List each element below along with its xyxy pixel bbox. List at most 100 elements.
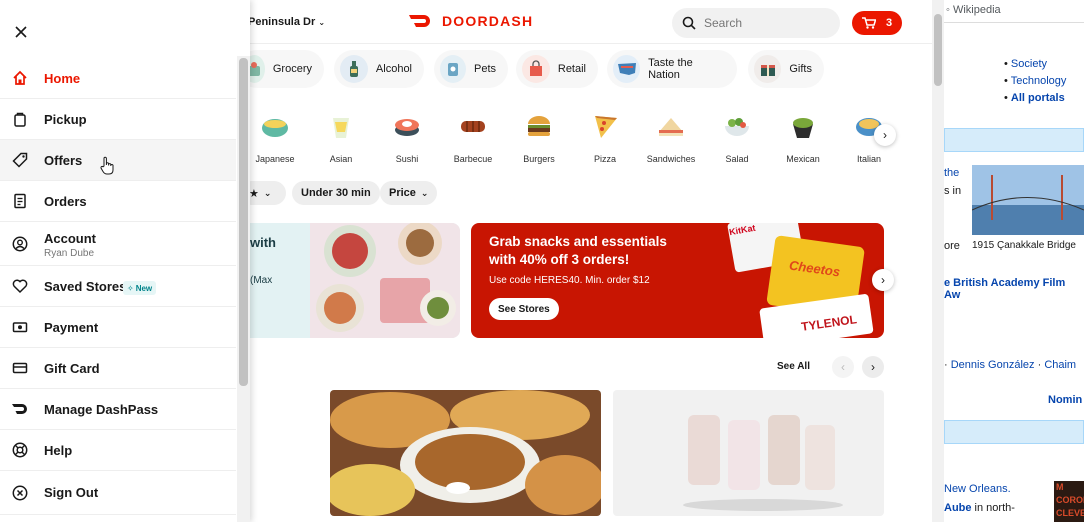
cuisine-label: Mexican	[786, 154, 820, 164]
cuisine-label: Japanese	[255, 154, 295, 164]
movie-poster[interactable]: M CORON CLEVE	[1054, 481, 1084, 522]
sushi-icon	[391, 110, 423, 142]
section-next-button[interactable]: ›	[862, 356, 884, 378]
cuisine-sandwiches[interactable]: Sandwiches	[638, 110, 704, 164]
cuisine-burgers[interactable]: Burgers	[506, 110, 572, 164]
cart-count: 3	[885, 17, 893, 29]
cuisine-mexican[interactable]: Mexican	[770, 110, 836, 164]
nominations-link[interactable]: Nomin	[1048, 394, 1082, 406]
cuisine-label: Sandwiches	[646, 154, 696, 164]
drawer-scrollbar[interactable]	[237, 56, 250, 522]
vertical-retail[interactable]: Retail	[516, 50, 598, 88]
portal-technology[interactable]: • Technology	[1004, 73, 1066, 90]
vertical-label: Alcohol	[375, 63, 412, 75]
bafta-link[interactable]: e British Academy Film Aw	[944, 277, 1084, 301]
us-map-icon	[613, 55, 641, 83]
see-all-link[interactable]: See All	[777, 361, 810, 372]
promo-headline-1: Grab snacks and essentials	[489, 234, 667, 249]
hand-cursor-icon	[100, 156, 114, 175]
search-icon	[682, 16, 696, 30]
sparkle-icon: ✧	[127, 283, 134, 293]
menu-label: Home	[44, 70, 81, 86]
user-circle-icon	[11, 235, 29, 253]
snippet-ore: ore	[944, 240, 960, 252]
promo-banner-left[interactable]: with (Max	[250, 223, 460, 338]
menu-item-pickup[interactable]: Pickup	[0, 99, 236, 140]
menu-item-account[interactable]: Account Ryan Dube	[0, 222, 236, 266]
search-box[interactable]	[672, 8, 840, 38]
address-text: Peninsula Dr	[248, 16, 316, 28]
menu-item-help[interactable]: Help	[0, 430, 236, 471]
menu-item-payment[interactable]: Payment	[0, 307, 236, 348]
cuisine-sushi[interactable]: Sushi	[374, 110, 440, 164]
person-chaim[interactable]: Chaim	[1044, 359, 1076, 371]
food-spread-image	[310, 223, 460, 338]
pickup-bag-icon	[11, 110, 29, 128]
vertical-alcohol[interactable]: Alcohol	[334, 50, 424, 88]
cuisine-pizza[interactable]: Pizza	[572, 110, 638, 164]
page-scrollbar-thumb[interactable]	[934, 14, 942, 86]
menu-item-saved-stores[interactable]: Saved Stores	[0, 266, 236, 307]
snippet-the[interactable]: the	[944, 167, 959, 179]
cart-button[interactable]: 3	[852, 11, 902, 35]
address-selector[interactable]: Peninsula Dr ⌄	[248, 16, 325, 28]
cuisine-barbecue[interactable]: Barbecue	[440, 110, 506, 164]
aube-text: in north-	[971, 502, 1015, 514]
dashpass-icon	[11, 400, 29, 418]
doordash-logo[interactable]: DOORDASH	[408, 13, 533, 29]
menu-item-gift-card[interactable]: Gift Card	[0, 348, 236, 389]
close-menu-button[interactable]	[12, 23, 30, 41]
under-30-min-chip[interactable]: Under 30 min	[292, 181, 380, 205]
banner-next-button[interactable]: ›	[872, 269, 894, 291]
poster-line: M	[1056, 482, 1064, 492]
drawer-scrollbar-thumb[interactable]	[239, 58, 248, 386]
wikipedia-top-link[interactable]: ◦ Wikipedia	[946, 4, 1001, 16]
person-dennis-gonzalez[interactable]: Dennis González	[951, 359, 1035, 371]
store-photo-milkshakes[interactable]	[613, 390, 884, 516]
wine-bottle-icon	[340, 55, 368, 83]
menu-item-sign-out[interactable]: Sign Out	[0, 471, 236, 515]
aube-link[interactable]: Aube	[944, 502, 972, 514]
search-input[interactable]	[704, 16, 824, 30]
menu-label: Sign Out	[44, 485, 99, 500]
side-menu-drawer: Home Pickup Offers Orders Account Ryan D…	[0, 0, 250, 522]
promo-banner-snacks[interactable]: Grab snacks and essentials with 40% off …	[471, 223, 884, 338]
portal-link-text: Technology	[1010, 75, 1067, 87]
vertical-grocery[interactable]: Grocery	[238, 50, 324, 88]
new-orleans-link[interactable]: New Orleans.	[944, 483, 1011, 495]
home-icon	[11, 69, 29, 87]
menu-label: Manage DashPass	[44, 401, 159, 417]
menu-item-orders[interactable]: Orders	[0, 181, 236, 222]
section-prev-button[interactable]: ‹	[832, 356, 854, 378]
cuisines-next-button[interactable]: ›	[874, 124, 896, 146]
portal-society[interactable]: • Society	[1004, 56, 1066, 73]
page-scrollbar[interactable]	[932, 0, 944, 522]
vertical-taste-the-nation[interactable]: Taste the Nation	[607, 50, 737, 88]
cuisine-japanese[interactable]: Japanese	[242, 110, 308, 164]
promo-code-text: Use code HERES40. Min. order $12	[489, 275, 650, 286]
vertical-label: Taste the Nation	[648, 57, 693, 81]
price-filter-chip[interactable]: Price ⌄	[380, 181, 438, 205]
menu-label: Orders	[44, 193, 87, 209]
cuisine-salad[interactable]: Salad	[704, 110, 770, 164]
bridge-photo[interactable]	[972, 165, 1084, 235]
vertical-label: Pets	[473, 63, 496, 75]
pet-food-icon	[440, 55, 466, 83]
vertical-gifts[interactable]: Gifts	[748, 50, 824, 88]
see-stores-button[interactable]: See Stores	[489, 298, 559, 320]
store-photo-seafood[interactable]	[330, 390, 601, 516]
promo-headline-2: with 40% off 3 orders!	[489, 252, 630, 267]
receipt-icon	[11, 192, 29, 210]
credit-card-icon	[11, 359, 29, 377]
menu-item-home[interactable]: Home	[0, 58, 236, 99]
vertical-pets[interactable]: Pets	[434, 50, 508, 88]
menu-item-offers[interactable]: Offers	[0, 140, 236, 181]
wikipedia-label: Wikipedia	[952, 4, 1001, 16]
chevron-down-icon: ⌄	[420, 187, 429, 198]
close-icon	[15, 26, 27, 38]
menu-item-manage-dashpass[interactable]: Manage DashPass	[0, 389, 236, 430]
cuisine-asian[interactable]: Asian	[308, 110, 374, 164]
wikipedia-window: ◦ Wikipedia • Society • Technology • All…	[944, 0, 1084, 522]
portal-all[interactable]: • All portals	[1004, 90, 1066, 107]
cart-icon	[861, 17, 876, 29]
